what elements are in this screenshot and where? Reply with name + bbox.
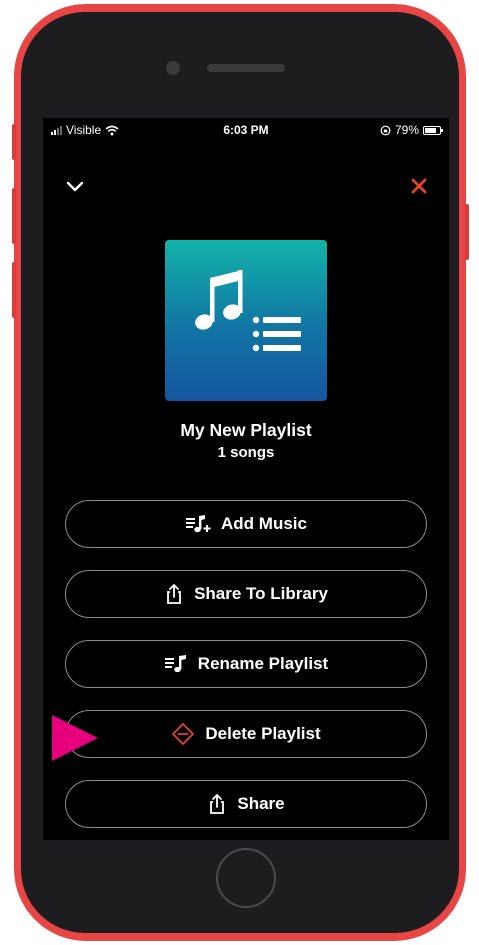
home-button[interactable] bbox=[216, 848, 276, 908]
add-music-button[interactable]: Add Music bbox=[65, 500, 427, 548]
volume-down-button bbox=[12, 262, 16, 318]
music-playlist-icon bbox=[195, 270, 301, 352]
status-bar: Visible 6:03 PM 79% bbox=[43, 118, 449, 142]
collapse-button[interactable] bbox=[63, 176, 87, 196]
playlist-song-count: 1 songs bbox=[217, 444, 275, 461]
power-button bbox=[465, 204, 469, 260]
orientation-lock-icon bbox=[380, 125, 391, 135]
pointer-arrow-icon bbox=[52, 715, 98, 761]
front-camera bbox=[166, 61, 180, 75]
delete-playlist-label: Delete Playlist bbox=[205, 724, 321, 743]
rename-playlist-button[interactable]: Rename Playlist bbox=[65, 640, 427, 688]
playlist-title: My New Playlist bbox=[180, 420, 312, 440]
share-button[interactable]: Share bbox=[65, 780, 427, 828]
screen: Visible 6:03 PM 79% My New Playlist 1 so… bbox=[43, 118, 449, 840]
chevron-down-icon bbox=[66, 181, 84, 192]
status-right: 79% bbox=[380, 123, 443, 137]
volume-up-button bbox=[12, 188, 16, 244]
earpiece-speaker bbox=[207, 64, 285, 72]
share-label: Share bbox=[237, 794, 285, 813]
battery-icon bbox=[423, 125, 443, 135]
share-to-library-label: Share To Library bbox=[194, 584, 328, 603]
add-music-label: Add Music bbox=[221, 514, 307, 533]
battery-percent: 79% bbox=[394, 123, 419, 137]
playlist-artwork bbox=[165, 240, 327, 401]
rename-playlist-icon bbox=[164, 655, 186, 673]
delete-playlist-button[interactable]: Delete Playlist bbox=[65, 710, 427, 758]
close-button[interactable] bbox=[407, 176, 431, 196]
delete-icon bbox=[172, 723, 195, 745]
rename-playlist-label: Rename Playlist bbox=[197, 654, 329, 673]
close-icon bbox=[411, 178, 427, 194]
add-music-icon bbox=[186, 515, 211, 533]
silent-switch bbox=[12, 124, 16, 160]
share-icon bbox=[167, 584, 181, 604]
share-icon bbox=[210, 794, 225, 814]
battery-level bbox=[425, 127, 437, 133]
share-to-library-button[interactable]: Share To Library bbox=[65, 570, 427, 618]
